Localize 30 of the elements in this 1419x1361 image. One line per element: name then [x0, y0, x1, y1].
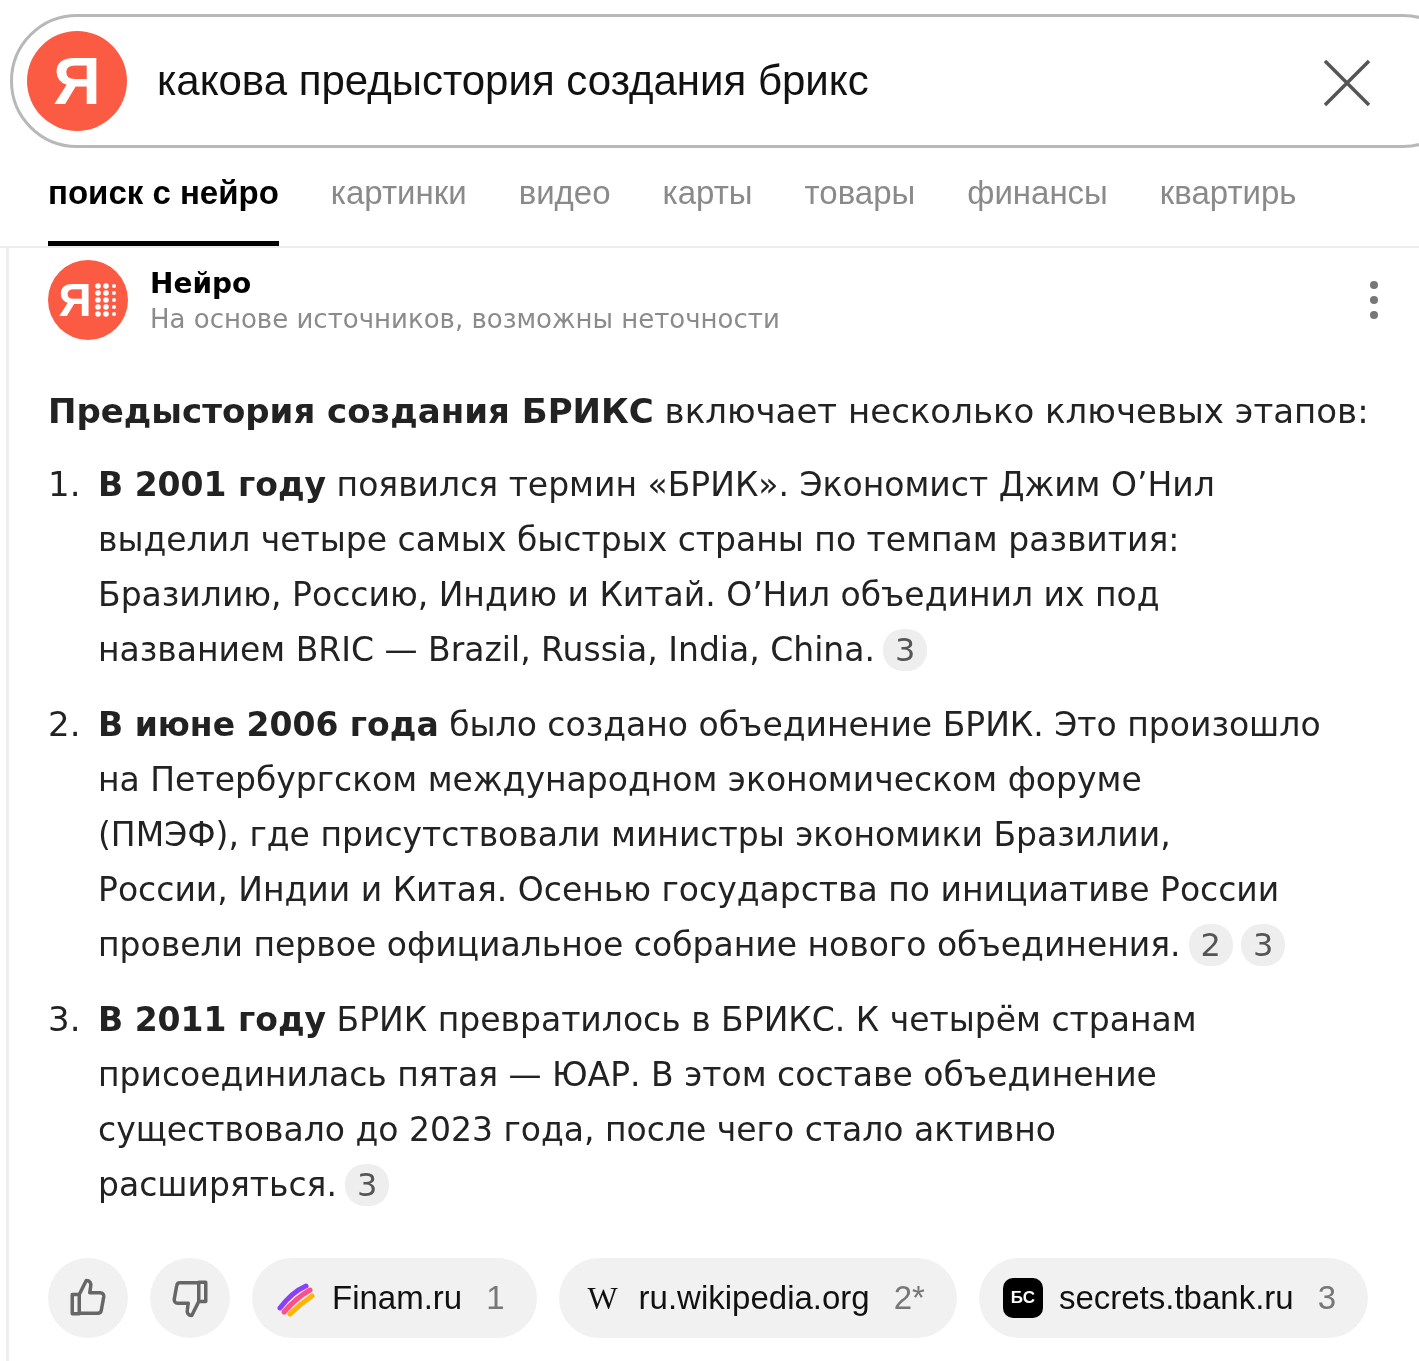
intro-text: Предыстория создания БРИКС включает несколько ключевых этапов:: [48, 390, 1370, 433]
tab[interactable]: картинки: [330, 164, 467, 246]
disclaimer-text: На основе источников, возможны неточности: [150, 303, 781, 334]
citation-badge[interactable]: 2: [1188, 924, 1233, 966]
tab[interactable]: квартирь: [1159, 164, 1297, 246]
author-name: Нейро: [150, 266, 253, 300]
citation-badge[interactable]: 3: [344, 1164, 390, 1206]
search-field[interactable]: Я какова предыстория создания брикс: [10, 14, 1419, 148]
neuro-logo: Я: [48, 260, 128, 340]
source-chip[interactable]: БС secrets.tbank.ru 3: [978, 1258, 1369, 1338]
source-chip[interactable]: W ru.wikipedia.org 2*: [558, 1258, 957, 1338]
list-number: 1.: [48, 463, 82, 506]
list-number: 3.: [48, 998, 82, 1041]
list-item-text: В 2001 году появился термин «БРИК». Экономист Джим О’Нил выделил четыре самых быстрых страны по темпам развития: Бразилию, Россию, Индию и Китай. О’Нил объединил их под названием BRIC — Brazil, Russia, India, China. 3: [98, 464, 1215, 673]
close-icon[interactable]: [1322, 58, 1372, 108]
tab[interactable]: видео: [518, 164, 611, 246]
citation-badge[interactable]: 3: [1240, 924, 1286, 966]
source-chip[interactable]: Finam.ru 1: [252, 1258, 537, 1338]
list-item-text: В июне 2006 года было создано объединение БРИК. Это произошло на Петербургском международном экономическом форуме (ПМЭФ), где присутствовали министры экономики Бразилии, России, Индии и Китая. Осенью государства по инициативе России провели первое официальное собрание нового объединения. 2 3: [98, 704, 1321, 968]
citation-badge[interactable]: 3: [882, 629, 928, 671]
list-number: 2.: [48, 703, 82, 746]
tab[interactable]: поиск с нейро: [48, 164, 279, 246]
wikipedia-logo: W: [586, 1279, 619, 1317]
tab[interactable]: товары: [804, 164, 916, 246]
tab[interactable]: финансы: [967, 164, 1108, 246]
more-icon[interactable]: [1369, 280, 1379, 320]
tbank-logo: БС: [1002, 1278, 1043, 1318]
list-item-text: В 2011 году БРИК превратилось в БРИКС. К четырём странам присоединилась пятая — ЮАР. В этом составе объединение существовало до 2023 года, после чего стало активно расширяться. 3: [98, 999, 1197, 1208]
search-query: какова предыстория создания брикс: [157, 57, 869, 105]
tab[interactable]: карты: [662, 164, 753, 246]
